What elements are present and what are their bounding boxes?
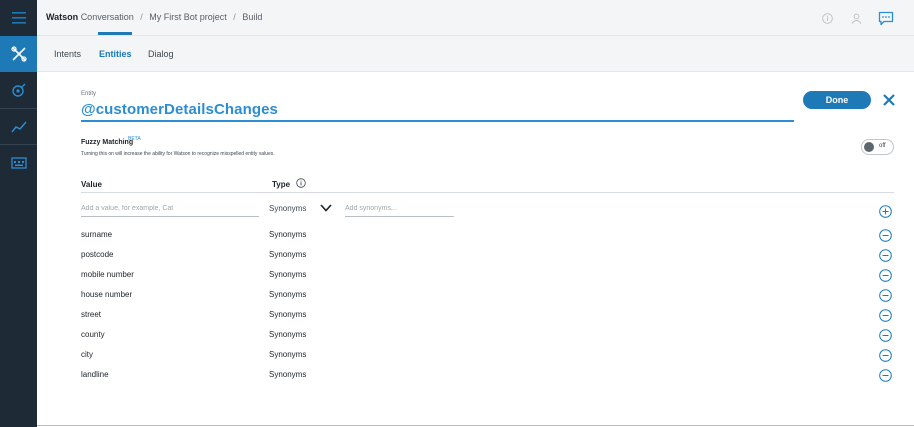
row-value[interactable]: house number bbox=[81, 290, 132, 299]
type-column-header: Type bbox=[272, 180, 291, 189]
chat-icon[interactable] bbox=[877, 9, 895, 27]
row-type: Synonyms bbox=[269, 330, 307, 339]
table-row: landline Synonyms bbox=[81, 369, 894, 384]
row-value[interactable]: mobile number bbox=[81, 270, 134, 279]
entity-label: Entity bbox=[81, 91, 97, 97]
build-tools-icon[interactable] bbox=[0, 36, 37, 72]
table-row: postcode Synonyms bbox=[81, 249, 894, 264]
row-value[interactable]: landline bbox=[81, 370, 109, 379]
remove-value-icon[interactable] bbox=[879, 309, 892, 322]
table-row: surname Synonyms bbox=[81, 229, 894, 244]
entity-name-underline bbox=[81, 120, 794, 122]
add-value-icon[interactable] bbox=[879, 205, 892, 218]
left-nav-rail bbox=[0, 0, 37, 427]
row-value[interactable]: county bbox=[81, 330, 105, 339]
active-tab-indicator bbox=[98, 32, 132, 35]
breadcrumb-separator: / bbox=[140, 12, 143, 22]
toggle-state-label: off bbox=[879, 143, 886, 149]
row-type: Synonyms bbox=[269, 370, 307, 379]
breadcrumb-app-name[interactable]: Watson bbox=[46, 12, 78, 22]
remove-value-icon[interactable] bbox=[879, 269, 892, 282]
row-type: Synonyms bbox=[269, 290, 307, 299]
tab-entities[interactable]: Entities bbox=[99, 49, 132, 59]
type-select-value[interactable]: Synonyms bbox=[269, 204, 306, 213]
close-icon[interactable] bbox=[880, 91, 898, 109]
entity-name-field[interactable]: @customerDetailsChanges bbox=[81, 101, 278, 118]
value-column-header: Value bbox=[81, 180, 102, 189]
table-row: city Synonyms bbox=[81, 349, 894, 364]
remove-value-icon[interactable] bbox=[879, 229, 892, 242]
tab-bar: Intents Entities Dialog bbox=[37, 36, 914, 72]
breadcrumb-app-suffix[interactable]: Conversation bbox=[81, 12, 134, 22]
tab-intents[interactable]: Intents bbox=[54, 49, 81, 59]
breadcrumb-project[interactable]: My First Bot project bbox=[149, 12, 227, 22]
row-type: Synonyms bbox=[269, 250, 307, 259]
new-value-input[interactable] bbox=[81, 203, 259, 217]
tab-dialog[interactable]: Dialog bbox=[148, 49, 174, 59]
row-type: Synonyms bbox=[269, 350, 307, 359]
breadcrumb: Watson Conversation / My First Bot proje… bbox=[46, 12, 262, 22]
beta-badge: BETA bbox=[128, 136, 141, 142]
table-row: street Synonyms bbox=[81, 309, 894, 324]
improve-icon[interactable] bbox=[0, 72, 37, 108]
row-type: Synonyms bbox=[269, 230, 307, 239]
table-row: county Synonyms bbox=[81, 329, 894, 344]
table-row: house number Synonyms bbox=[81, 289, 894, 304]
bottom-divider bbox=[37, 425, 914, 426]
row-type: Synonyms bbox=[269, 310, 307, 319]
type-info-icon[interactable] bbox=[296, 178, 306, 188]
menu-icon[interactable] bbox=[0, 0, 37, 36]
synonyms-input[interactable] bbox=[345, 203, 454, 217]
row-type: Synonyms bbox=[269, 270, 307, 279]
fuzzy-matching-toggle[interactable]: off bbox=[861, 139, 894, 155]
row-value[interactable]: street bbox=[81, 310, 101, 319]
remove-value-icon[interactable] bbox=[879, 249, 892, 262]
fuzzy-matching-description: Turning this on will increase the abilit… bbox=[81, 151, 275, 157]
remove-value-icon[interactable] bbox=[879, 369, 892, 382]
top-bar: Watson Conversation / My First Bot proje… bbox=[37, 0, 914, 36]
table-row: mobile number Synonyms bbox=[81, 269, 894, 284]
info-icon[interactable] bbox=[818, 9, 836, 27]
breadcrumb-page: Build bbox=[242, 12, 263, 22]
chevron-down-icon[interactable] bbox=[319, 203, 333, 213]
remove-value-icon[interactable] bbox=[879, 289, 892, 302]
breadcrumb-separator: / bbox=[233, 12, 236, 22]
fuzzy-matching-title: Fuzzy Matching bbox=[81, 139, 134, 146]
row-value[interactable]: surname bbox=[81, 230, 112, 239]
deploy-icon[interactable] bbox=[0, 145, 37, 181]
row-value[interactable]: postcode bbox=[81, 250, 113, 259]
table-header-divider bbox=[81, 192, 894, 193]
toggle-knob bbox=[864, 142, 874, 152]
done-button[interactable]: Done bbox=[803, 91, 871, 109]
remove-value-icon[interactable] bbox=[879, 349, 892, 362]
analytics-icon[interactable] bbox=[0, 109, 37, 145]
remove-value-icon[interactable] bbox=[879, 329, 892, 342]
row-value[interactable]: city bbox=[81, 350, 93, 359]
user-icon[interactable] bbox=[847, 9, 865, 27]
